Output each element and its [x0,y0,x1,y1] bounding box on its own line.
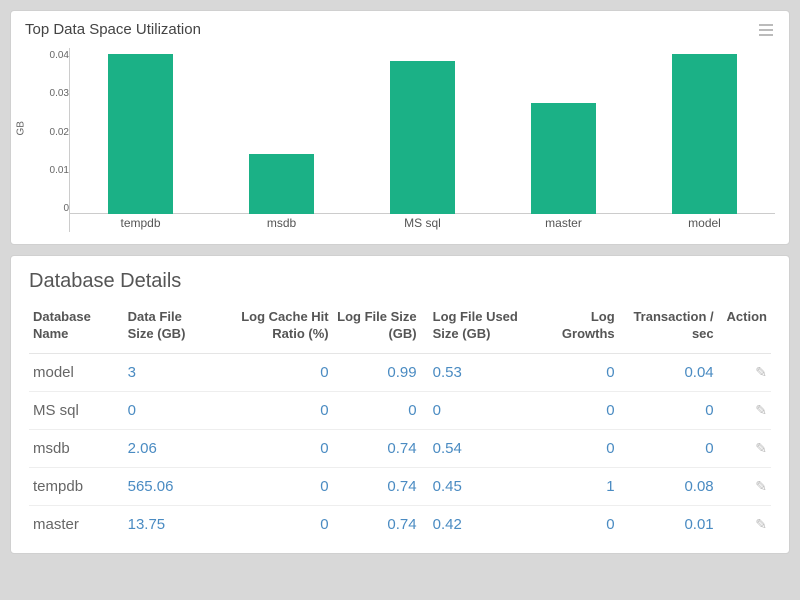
cell-log-cache-hit[interactable]: 0 [212,391,333,429]
cell-name: master [29,505,124,543]
col-log-file-used: Log File Used Size (GB) [421,303,542,353]
bar-slot [352,50,493,214]
y-axis-ticks: 0.04 0.03 0.02 0.01 0 [25,48,69,232]
cell-txn-per-sec[interactable]: 0.04 [619,353,718,391]
bar[interactable] [108,54,173,214]
cell-log-file-size[interactable]: 0.99 [333,353,421,391]
bar-slot [493,50,634,214]
chart-menu-icon[interactable] [757,22,775,38]
x-axis-label: MS sql [352,214,493,232]
x-axis-label: master [493,214,634,232]
col-action: Action [718,303,771,353]
col-name: Database Name [29,303,124,353]
cell-data-file-size[interactable]: 2.06 [124,429,212,467]
cell-log-file-used[interactable]: 0.53 [421,353,542,391]
cell-name: model [29,353,124,391]
cell-data-file-size[interactable]: 565.06 [124,467,212,505]
bar-slot [634,50,775,214]
x-axis-label: msdb [211,214,352,232]
chart-panel: Top Data Space Utilization GB 0.04 0.03 … [10,10,790,245]
col-txn-per-sec: Transaction / sec [619,303,718,353]
cell-txn-per-sec[interactable]: 0 [619,429,718,467]
table-row: model300.990.5300.04✎ [29,353,771,391]
bar-slot [70,50,211,214]
details-title: Database Details [29,270,771,293]
y-axis-label: GB [16,121,27,135]
cell-log-growths[interactable]: 0 [542,429,619,467]
cell-name: tempdb [29,467,124,505]
cell-log-growths[interactable]: 0 [542,505,619,543]
bar[interactable] [531,103,596,214]
cell-log-growths[interactable]: 1 [542,467,619,505]
plot-area: tempdbmsdbMS sqlmastermodel [69,48,775,232]
col-log-growths: Log Growths [542,303,619,353]
cell-log-cache-hit[interactable]: 0 [212,505,333,543]
cell-txn-per-sec[interactable]: 0 [619,391,718,429]
bar[interactable] [390,61,455,214]
edit-icon[interactable]: ✎ [755,478,767,494]
col-log-file-size: Log File Size (GB) [333,303,421,353]
x-axis-label: model [634,214,775,232]
bar[interactable] [249,154,314,214]
cell-txn-per-sec[interactable]: 0.08 [619,467,718,505]
cell-name: msdb [29,429,124,467]
cell-data-file-size[interactable]: 0 [124,391,212,429]
col-data-file-size: Data File Size (GB) [124,303,212,353]
x-axis-label: tempdb [70,214,211,232]
cell-log-cache-hit[interactable]: 0 [212,429,333,467]
edit-icon[interactable]: ✎ [755,440,767,456]
bar[interactable] [672,54,737,214]
cell-log-file-size[interactable]: 0 [333,391,421,429]
edit-icon[interactable]: ✎ [755,364,767,380]
cell-data-file-size[interactable]: 13.75 [124,505,212,543]
bar-slot [211,50,352,214]
table-row: tempdb565.0600.740.4510.08 ✎ [29,467,771,505]
cell-log-file-used[interactable]: 0 [421,391,542,429]
cell-name: MS sql [29,391,124,429]
cell-log-growths[interactable]: 0 [542,391,619,429]
cell-log-cache-hit[interactable]: 0 [212,353,333,391]
table-row: msdb2.0600.740.5400✎ [29,429,771,467]
cell-log-growths[interactable]: 0 [542,353,619,391]
col-log-cache-hit: Log Cache Hit Ratio (%) [212,303,333,353]
cell-log-file-size[interactable]: 0.74 [333,429,421,467]
details-table: Database Name Data File Size (GB) Log Ca… [29,303,771,543]
cell-log-file-size[interactable]: 0.74 [333,505,421,543]
details-panel: Database Details Database Name Data File… [10,255,790,554]
chart-panel-header: Top Data Space Utilization [11,11,789,44]
chart-panel-title: Top Data Space Utilization [25,21,201,38]
table-row: master13.7500.740.4200.01✎ [29,505,771,543]
chart-area: GB 0.04 0.03 0.02 0.01 0 tempdbmsdbMS sq… [11,44,789,244]
edit-icon[interactable]: ✎ [755,402,767,418]
cell-log-file-used[interactable]: 0.45 [421,467,542,505]
cell-log-file-size[interactable]: 0.74 [333,467,421,505]
cell-log-cache-hit[interactable]: 0 [212,467,333,505]
table-row: MS sql000000✎ [29,391,771,429]
cell-txn-per-sec[interactable]: 0.01 [619,505,718,543]
cell-log-file-used[interactable]: 0.54 [421,429,542,467]
edit-icon[interactable]: ✎ [755,516,767,532]
cell-log-file-used[interactable]: 0.42 [421,505,542,543]
cell-data-file-size[interactable]: 3 [124,353,212,391]
